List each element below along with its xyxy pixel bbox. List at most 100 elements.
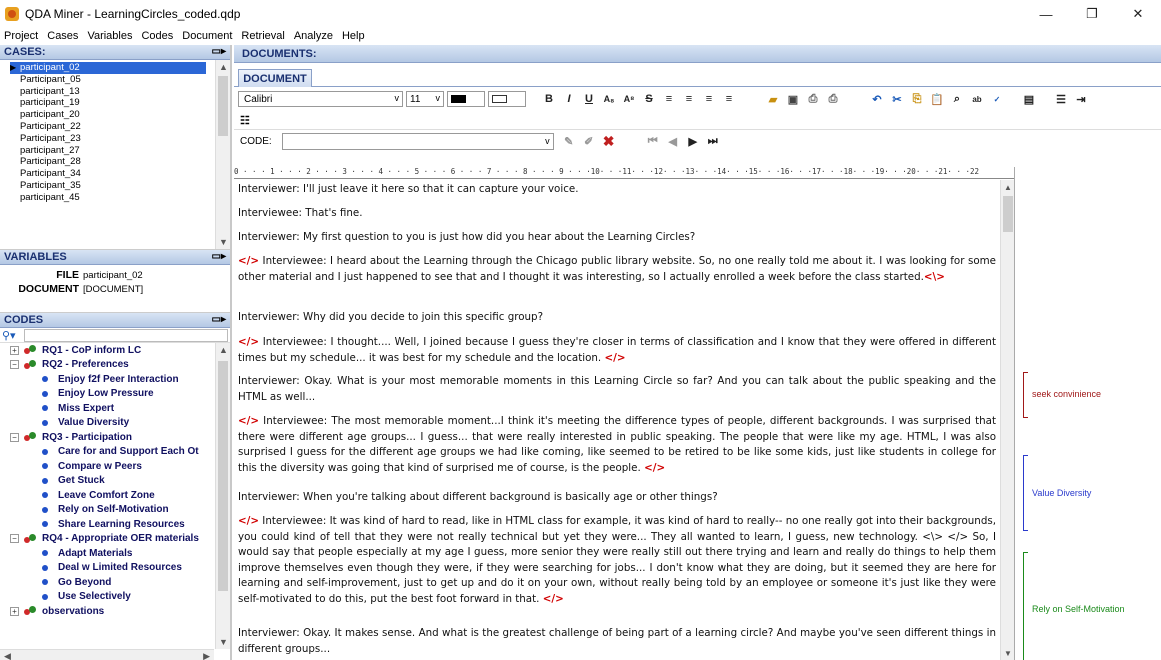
code-apply-icon[interactable]: ✎ xyxy=(560,134,578,150)
expand-icon[interactable]: + xyxy=(10,606,19,616)
case-item[interactable]: participant_19 xyxy=(0,97,230,109)
search-icon[interactable]: ⚲▾ xyxy=(2,329,24,342)
variable-value[interactable]: participant_02 xyxy=(83,270,143,281)
collapse-icon[interactable]: − xyxy=(10,534,19,544)
indent-icon[interactable]: ⇥ xyxy=(1072,91,1090,107)
scroll-down-icon[interactable]: ▼ xyxy=(1001,646,1014,660)
case-item[interactable]: participant_27 xyxy=(0,145,230,157)
codes-pane-toggle-icon[interactable]: ▭▸ xyxy=(212,314,226,325)
previous-document-icon[interactable]: ◀ xyxy=(664,134,682,150)
minimize-button[interactable]: — xyxy=(1023,0,1069,28)
code-item[interactable]: Enjoy Low Pressure xyxy=(0,387,230,402)
close-button[interactable]: ✕ xyxy=(1115,0,1161,28)
remove-code-icon[interactable]: ✖ xyxy=(600,133,618,150)
case-item[interactable]: Participant_28 xyxy=(0,156,230,168)
case-item[interactable]: Participant_23 xyxy=(0,133,230,145)
cases-scrollbar[interactable]: ▲ ▼ xyxy=(215,60,230,249)
scroll-thumb[interactable] xyxy=(218,361,228,591)
menu-variables[interactable]: Variables xyxy=(87,30,132,42)
code-category[interactable]: + observations xyxy=(0,604,230,619)
code-item[interactable]: Deal w Limited Resources xyxy=(0,561,230,576)
code-item[interactable]: Enjoy f2f Peer Interaction xyxy=(0,372,230,387)
open-folder-icon[interactable]: ▰ xyxy=(764,91,782,107)
scroll-up-icon[interactable]: ▲ xyxy=(216,343,230,357)
align-center-icon[interactable]: ≡ xyxy=(680,91,698,107)
code-category[interactable]: − RQ3 - Participation xyxy=(0,430,230,445)
paste-icon[interactable]: 📋 xyxy=(928,91,946,107)
maximize-button[interactable]: ❐ xyxy=(1069,0,1115,28)
code-item[interactable]: Value Diversity xyxy=(0,416,230,431)
last-document-icon[interactable]: ⏭ xyxy=(704,134,722,150)
bullet-list-icon[interactable]: ☰ xyxy=(1052,91,1070,107)
case-item[interactable]: Participant_22 xyxy=(0,121,230,133)
code-select[interactable] xyxy=(281,133,554,150)
spellcheck-icon[interactable]: ✓ xyxy=(988,91,1006,107)
font-select[interactable]: Calibri xyxy=(238,91,403,107)
document-scrollbar[interactable]: ▲ ▼ xyxy=(1000,180,1014,660)
code-item[interactable]: Leave Comfort Zone xyxy=(0,488,230,503)
codes-scrollbar[interactable]: ▲ ▼ xyxy=(215,343,230,649)
menu-project[interactable]: Project xyxy=(4,30,38,42)
collapse-icon[interactable]: − xyxy=(10,360,19,370)
case-item[interactable]: participant_13 xyxy=(0,86,230,98)
scroll-right-icon[interactable]: ▶ xyxy=(203,651,210,660)
margin-code-label[interactable]: Value Diversity xyxy=(1032,488,1091,498)
code-item[interactable]: Adapt Materials xyxy=(0,546,230,561)
code-bracket[interactable] xyxy=(1023,372,1028,418)
code-item[interactable]: Compare w Peers xyxy=(0,459,230,474)
underline-icon[interactable]: U xyxy=(580,91,598,107)
case-item[interactable]: Participant_35 xyxy=(0,180,230,192)
code-item[interactable]: Use Selectively xyxy=(0,590,230,605)
font-size-select[interactable]: 11 xyxy=(406,91,444,107)
menu-document[interactable]: Document xyxy=(182,30,232,42)
save-icon[interactable]: ▣ xyxy=(784,91,802,107)
undo-icon[interactable]: ↶ xyxy=(868,91,886,107)
print-preview-icon[interactable]: ⎙ xyxy=(824,91,842,107)
case-item[interactable]: Participant_05 xyxy=(0,74,230,86)
subscript-icon[interactable]: A₈ xyxy=(600,91,618,107)
align-left-icon[interactable]: ≡ xyxy=(660,91,678,107)
scroll-thumb[interactable] xyxy=(218,76,228,136)
strikethrough-icon[interactable]: S xyxy=(640,91,658,107)
properties-icon[interactable]: ▤ xyxy=(1020,91,1038,107)
case-item[interactable]: Participant_34 xyxy=(0,168,230,180)
next-document-icon[interactable]: ▶ xyxy=(684,134,702,150)
margin-code-label[interactable]: Rely on Self-Motivation xyxy=(1032,604,1125,614)
menu-help[interactable]: Help xyxy=(342,30,365,42)
codes-horizontal-scrollbar[interactable]: ◀ ▶ xyxy=(0,649,214,660)
code-item[interactable]: Care for and Support Each Ot xyxy=(0,445,230,460)
superscript-icon[interactable]: A⁸ xyxy=(620,91,638,107)
cases-pane-toggle-icon[interactable]: ▭▸ xyxy=(212,46,226,57)
code-bracket[interactable] xyxy=(1023,552,1028,660)
case-item[interactable]: participant_45 xyxy=(0,192,230,204)
code-bracket[interactable] xyxy=(1023,455,1028,531)
scroll-thumb[interactable] xyxy=(1003,196,1013,232)
menu-retrieval[interactable]: Retrieval xyxy=(241,30,284,42)
collapse-icon[interactable]: − xyxy=(10,432,19,442)
scroll-down-icon[interactable]: ▼ xyxy=(216,635,230,649)
codes-search-input[interactable] xyxy=(24,328,228,342)
variables-pane-toggle-icon[interactable]: ▭▸ xyxy=(212,251,226,262)
justify-icon[interactable]: ≡ xyxy=(720,91,738,107)
menu-analyze[interactable]: Analyze xyxy=(294,30,333,42)
first-document-icon[interactable]: ⏮ xyxy=(644,134,662,150)
menu-cases[interactable]: Cases xyxy=(47,30,78,42)
align-right-icon[interactable]: ≡ xyxy=(700,91,718,107)
code-category[interactable]: − RQ2 - Preferences xyxy=(0,358,230,373)
copy-icon[interactable]: ⎘ xyxy=(908,91,926,107)
scroll-up-icon[interactable]: ▲ xyxy=(216,60,230,74)
tab-document[interactable]: DOCUMENT xyxy=(238,69,312,87)
document-text-area[interactable]: Interviewer: I'll just leave it here so … xyxy=(234,180,1014,660)
code-category[interactable]: + RQ1 - CoP inform LC xyxy=(0,343,230,358)
cut-icon[interactable]: ✂ xyxy=(888,91,906,107)
menu-codes[interactable]: Codes xyxy=(141,30,173,42)
paragraph-format-icon[interactable]: ☷ xyxy=(240,114,250,127)
code-item[interactable]: Share Learning Resources xyxy=(0,517,230,532)
bold-icon[interactable]: B xyxy=(540,91,558,107)
replace-icon[interactable]: ab xyxy=(968,91,986,107)
italic-icon[interactable]: I xyxy=(560,91,578,107)
code-item[interactable]: Rely on Self-Motivation xyxy=(0,503,230,518)
scroll-left-icon[interactable]: ◀ xyxy=(4,651,11,660)
code-item[interactable]: Go Beyond xyxy=(0,575,230,590)
expand-icon[interactable]: + xyxy=(10,345,19,355)
